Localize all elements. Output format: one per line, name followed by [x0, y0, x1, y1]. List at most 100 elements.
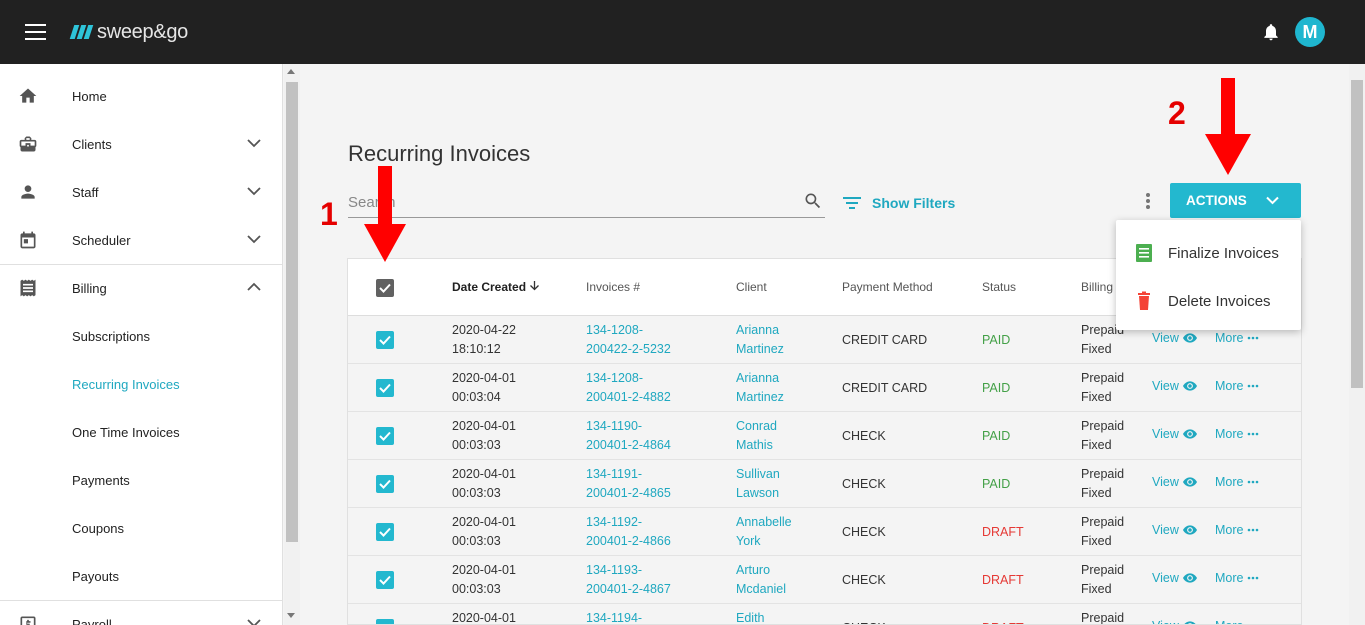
billing-mode: Fixed: [1081, 534, 1112, 548]
billing-mode: Fixed: [1081, 438, 1112, 452]
client-link[interactable]: Edith: [736, 609, 765, 624]
eye-icon: [1184, 621, 1196, 624]
row-checkbox[interactable]: [376, 619, 394, 624]
view-link[interactable]: View: [1152, 523, 1197, 537]
delete-invoices-item[interactable]: Delete Invoices: [1116, 277, 1301, 325]
eye-icon: [1182, 381, 1197, 391]
annotation-arrow-2-icon: [1205, 78, 1251, 175]
scroll-up-arrow[interactable]: [287, 69, 295, 74]
row-checkbox[interactable]: [376, 379, 394, 397]
sidebar-item-payroll[interactable]: Payroll: [0, 600, 282, 625]
row-checkbox[interactable]: [376, 331, 394, 349]
eye-icon: [1182, 333, 1197, 343]
sidebar-item-billing[interactable]: Billing: [0, 264, 282, 312]
more-link[interactable]: More: [1215, 427, 1259, 441]
sidebar-item-subscriptions[interactable]: Subscriptions: [0, 312, 282, 360]
table-row[interactable]: 2020-04-01 00:03:03 134-1192- 200401-2-4866…: [348, 508, 1301, 556]
client-link[interactable]: Conrad Mathis: [736, 417, 777, 455]
view-link[interactable]: View: [1152, 475, 1197, 489]
show-filters-button[interactable]: Show Filters: [843, 193, 955, 213]
menu-icon[interactable]: [25, 24, 46, 40]
billing-cell: Prepaid: [1081, 609, 1125, 625]
sidebar-item-home[interactable]: Home: [0, 72, 282, 120]
header-client[interactable]: Client: [736, 280, 767, 294]
more-link[interactable]: More: [1215, 571, 1259, 585]
search-field[interactable]: [348, 188, 825, 218]
more-link[interactable]: More: [1215, 379, 1259, 393]
invoice-number-link[interactable]: 134-1192- 200401-2-4866: [586, 513, 671, 551]
page-scrollbar-thumb[interactable]: [1351, 80, 1363, 388]
sidebar-item-one-time-invoices[interactable]: One Time Invoices: [0, 408, 282, 456]
actions-button[interactable]: ACTIONS: [1170, 183, 1301, 218]
invoice-number-link[interactable]: 134-1208- 200422-2-5232: [586, 321, 671, 359]
row-checkbox[interactable]: [376, 475, 394, 493]
time-text: 00:03:03: [452, 534, 501, 548]
header-invoice-number[interactable]: Invoices #: [586, 280, 640, 294]
status-badge: DRAFT: [982, 525, 1024, 539]
sidebar-item-staff[interactable]: Staff: [0, 168, 282, 216]
invoice-number-link[interactable]: 134-1194-: [586, 609, 642, 624]
user-avatar[interactable]: M: [1295, 17, 1325, 47]
sidebar-item-clients[interactable]: Clients: [0, 120, 282, 168]
billing-cell: Prepaid Fixed: [1081, 465, 1124, 503]
sidebar-item-coupons[interactable]: Coupons: [0, 504, 282, 552]
sidebar-item-label: Payouts: [72, 568, 119, 584]
search-icon[interactable]: [803, 191, 823, 211]
view-link[interactable]: View: [1152, 571, 1197, 585]
invoice-number-link[interactable]: 134-1190- 200401-2-4864: [586, 417, 671, 455]
app-logo[interactable]: sweep&go: [69, 19, 188, 45]
sidebar-item-payouts[interactable]: Payouts: [0, 552, 282, 600]
status-badge: PAID: [982, 429, 1011, 443]
more-horiz-icon: [1248, 384, 1259, 388]
table-row[interactable]: 2020-04-01 00:03:03 134-1191- 200401-2-4865…: [348, 460, 1301, 508]
more-link[interactable]: More: [1215, 331, 1259, 345]
table-row[interactable]: 2020-04-01 00:03:03 134-1190- 200401-2-4864…: [348, 412, 1301, 460]
client-link[interactable]: Arianna Martinez: [736, 321, 784, 359]
more-horiz-icon: [1248, 336, 1259, 340]
billing-cell: Prepaid Fixed: [1081, 369, 1124, 407]
row-checkbox[interactable]: [376, 427, 394, 445]
client-link[interactable]: Arianna Martinez: [736, 369, 784, 407]
search-input[interactable]: [348, 191, 788, 213]
more-link[interactable]: More: [1215, 619, 1259, 624]
header-billing[interactable]: Billing: [1081, 280, 1113, 294]
header-status[interactable]: Status: [982, 280, 1016, 294]
eye-icon: [1182, 429, 1197, 439]
more-vert-icon[interactable]: [1143, 192, 1153, 210]
client-link[interactable]: Sullivan Lawson: [736, 465, 780, 503]
view-link[interactable]: View: [1152, 379, 1197, 393]
header-payment-method[interactable]: Payment Method: [842, 280, 933, 294]
client-last-name: Mcdaniel: [736, 582, 787, 596]
view-link[interactable]: View: [1152, 331, 1197, 345]
client-link[interactable]: Annabelle York: [736, 513, 792, 551]
invoice-number-link[interactable]: 134-1191- 200401-2-4865: [586, 465, 671, 503]
sidebar-item-payments[interactable]: Payments: [0, 456, 282, 504]
invoice-number-part: 134-1208-: [586, 323, 643, 337]
scroll-down-arrow[interactable]: [287, 613, 295, 618]
client-link[interactable]: Arturo Mcdaniel: [736, 561, 786, 599]
table-row[interactable]: 2020-04-01 134-1194- Edith CHECK DRAFT Prepai…: [348, 604, 1301, 625]
table-row[interactable]: 2020-04-01 00:03:04 134-1208- 200401-2-4882…: [348, 364, 1301, 412]
view-link[interactable]: View: [1152, 619, 1197, 624]
billing-mode: Fixed: [1081, 582, 1112, 596]
more-link[interactable]: More: [1215, 523, 1259, 537]
sidebar-scrollbar-thumb[interactable]: [286, 82, 298, 542]
row-checkbox[interactable]: [376, 571, 394, 589]
billing-cell: Prepaid Fixed: [1081, 513, 1124, 551]
invoice-number-link[interactable]: 134-1193- 200401-2-4867: [586, 561, 671, 599]
more-link[interactable]: More: [1215, 475, 1259, 489]
header-date-created[interactable]: Date Created: [452, 280, 540, 294]
table-row[interactable]: 2020-04-01 00:03:03 134-1193- 200401-2-4867…: [348, 556, 1301, 604]
invoice-number-link[interactable]: 134-1208- 200401-2-4882: [586, 369, 671, 407]
sidebar-item-scheduler[interactable]: Scheduler: [0, 216, 282, 264]
invoice-number-part: 200401-2-4882: [586, 390, 671, 404]
view-label: View: [1152, 427, 1179, 441]
view-link[interactable]: View: [1152, 427, 1197, 441]
time-text: 18:10:12: [452, 342, 501, 356]
finalize-invoices-item[interactable]: Finalize Invoices: [1116, 229, 1301, 277]
billing-type: Prepaid: [1081, 611, 1125, 625]
sidebar-item-recurring-invoices[interactable]: Recurring Invoices: [0, 360, 282, 408]
notification-bell-icon[interactable]: [1261, 21, 1281, 43]
select-all-checkbox[interactable]: [376, 279, 394, 297]
row-checkbox[interactable]: [376, 523, 394, 541]
